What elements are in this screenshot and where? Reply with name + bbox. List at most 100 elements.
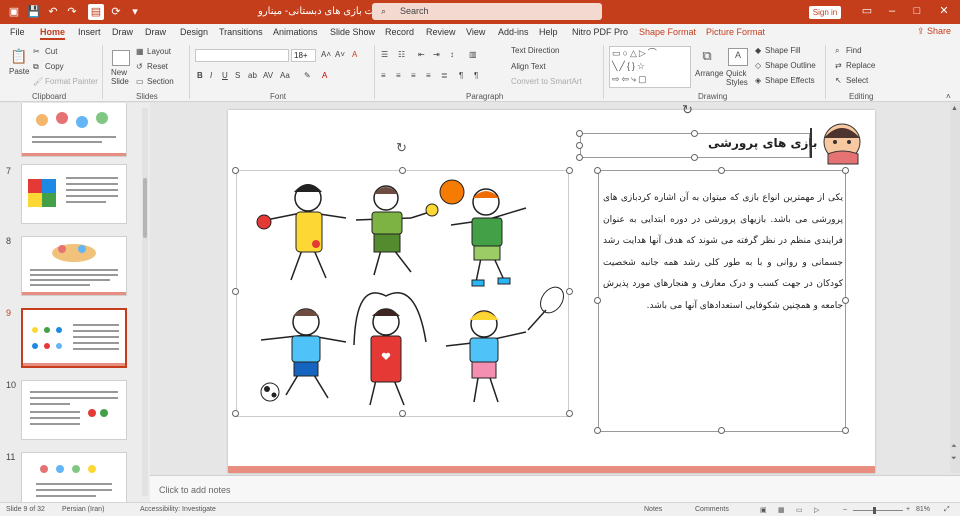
char-spacing-icon[interactable]: AV <box>263 71 273 80</box>
resize-handle[interactable] <box>691 154 698 161</box>
resize-handle[interactable] <box>576 142 583 149</box>
comments-button[interactable]: Comments <box>695 506 729 513</box>
slide-thumbnail-selected[interactable] <box>21 308 127 368</box>
font-color-icon[interactable]: A <box>322 71 327 80</box>
slideshow-icon[interactable]: ▷ <box>814 506 819 514</box>
tab-animations[interactable]: Animations <box>273 27 318 37</box>
new-slide-icon[interactable] <box>112 50 130 66</box>
tab-draw-2[interactable]: Draw <box>145 27 166 37</box>
cut-icon[interactable]: ✂ <box>33 47 40 56</box>
tab-view[interactable]: View <box>466 27 485 37</box>
resize-handle[interactable] <box>842 297 849 304</box>
layout-icon[interactable]: ▦ <box>136 47 144 56</box>
arrange-button[interactable]: Arrange <box>695 69 723 78</box>
from-beginning-icon[interactable]: ▤ <box>88 4 104 20</box>
convert-smartart-button[interactable]: Convert to SmartArt <box>511 77 582 86</box>
tab-design[interactable]: Design <box>180 27 208 37</box>
more-icon[interactable]: ▾ <box>127 4 143 20</box>
resize-handle[interactable] <box>566 167 573 174</box>
bullets-icon[interactable]: ☰ <box>381 50 388 59</box>
tab-record[interactable]: Record <box>385 27 414 37</box>
language-status[interactable]: Persian (Iran) <box>62 506 104 513</box>
tab-add-ins[interactable]: Add-ins <box>498 27 529 37</box>
font-family-select[interactable] <box>195 49 289 62</box>
share-button[interactable]: ⇪ Share <box>917 26 951 37</box>
change-case-icon[interactable]: Aa <box>280 71 290 80</box>
font-size-select[interactable]: 18+ <box>291 49 316 62</box>
zoom-out-icon[interactable]: – <box>843 506 847 513</box>
layout-button[interactable]: Layout <box>147 47 171 56</box>
increase-indent-icon[interactable]: ⇥ <box>433 50 440 59</box>
copy-button[interactable]: Copy <box>45 62 64 71</box>
resize-handle[interactable] <box>232 167 239 174</box>
close-button[interactable]: ✕ <box>937 4 951 18</box>
justify-icon[interactable]: ≡ <box>426 71 431 80</box>
resize-handle[interactable] <box>566 288 573 295</box>
distributed-icon[interactable]: ≣ <box>441 71 448 80</box>
vertical-scrollbar[interactable]: ▲ ⏶ ⏷ <box>950 103 960 473</box>
align-left-icon[interactable]: ≡ <box>381 71 386 80</box>
resize-handle[interactable] <box>576 154 583 161</box>
resize-handle[interactable] <box>842 427 849 434</box>
paste-button[interactable]: Paste <box>9 67 29 76</box>
save-icon[interactable]: 💾 <box>26 4 42 20</box>
replace-icon[interactable]: ⇄ <box>835 61 842 70</box>
ribbon-display-icon[interactable]: ▭ <box>860 4 874 18</box>
slide-thumbnail[interactable] <box>21 380 127 440</box>
tab-picture-format[interactable]: Picture Format <box>706 27 765 37</box>
slide-thumbnail[interactable] <box>21 164 127 224</box>
quick-styles-icon[interactable]: A <box>728 48 748 66</box>
tab-slide-show[interactable]: Slide Show <box>330 27 375 37</box>
clear-format-icon[interactable]: A <box>352 50 357 59</box>
resize-handle[interactable] <box>718 167 725 174</box>
bold-icon[interactable]: B <box>197 71 203 80</box>
notes-placeholder[interactable]: Click to add notes <box>159 485 231 495</box>
quick-styles-button[interactable]: Quick Styles <box>726 69 750 87</box>
section-button[interactable]: Section <box>147 77 174 86</box>
redo-icon[interactable]: ↷ <box>64 4 80 20</box>
align-right-icon[interactable]: ≡ <box>411 71 416 80</box>
scrollbar-thumb[interactable] <box>143 178 147 238</box>
decrease-indent-icon[interactable]: ⇤ <box>418 50 425 59</box>
sign-in-button[interactable]: Sign in <box>809 6 841 19</box>
tab-nitro[interactable]: Nitro PDF Pro <box>572 27 628 37</box>
slide-sorter-icon[interactable]: ▦ <box>778 506 785 514</box>
shape-effects-icon[interactable]: ◈ <box>755 76 761 85</box>
search-input[interactable]: ⌕ Search <box>372 3 602 20</box>
align-text-button[interactable]: Align Text <box>511 62 546 71</box>
find-icon[interactable]: ⌕ <box>835 46 839 56</box>
tab-transitions[interactable]: Transitions <box>219 27 263 37</box>
slide-thumbnail[interactable] <box>21 452 127 503</box>
zoom-slider-thumb[interactable] <box>873 507 876 514</box>
numbering-icon[interactable]: ☷ <box>398 50 405 59</box>
ltr-icon[interactable]: ¶ <box>474 71 478 80</box>
shape-outline-icon[interactable]: ◇ <box>755 61 761 70</box>
resize-handle[interactable] <box>232 288 239 295</box>
reset-icon[interactable]: ↺ <box>136 62 143 71</box>
italic-icon[interactable]: I <box>210 71 212 80</box>
children-playing-illustration[interactable] <box>236 170 569 417</box>
thumbnail-scrollbar[interactable] <box>142 108 148 496</box>
notes-button[interactable]: Notes <box>644 506 662 513</box>
select-icon[interactable]: ↖ <box>835 76 842 85</box>
format-painter-button[interactable]: Format Painter <box>45 77 98 86</box>
section-icon[interactable]: ▭ <box>136 77 144 86</box>
highlight-icon[interactable]: ✎ <box>304 71 311 80</box>
resize-handle[interactable] <box>566 410 573 417</box>
underline-icon[interactable]: U <box>222 71 228 80</box>
collapse-ribbon-icon[interactable]: ˄ <box>946 92 951 101</box>
rtl-icon[interactable]: ¶ <box>459 71 463 80</box>
fit-slide-icon[interactable]: ⤢ <box>944 506 950 514</box>
customize-icon[interactable]: ⟳ <box>108 4 124 20</box>
zoom-in-icon[interactable]: + <box>906 506 910 513</box>
cut-button[interactable]: Cut <box>45 47 57 56</box>
resize-handle[interactable] <box>718 427 725 434</box>
text-direction-button[interactable]: Text Direction <box>511 46 559 55</box>
tab-review[interactable]: Review <box>426 27 456 37</box>
slide-thumbnail[interactable] <box>21 103 127 157</box>
tab-insert[interactable]: Insert <box>78 27 101 37</box>
resize-handle[interactable] <box>842 167 849 174</box>
resize-handle[interactable] <box>399 167 406 174</box>
prev-slide-icon[interactable]: ⏶ <box>951 443 957 451</box>
minimize-button[interactable]: – <box>885 4 899 18</box>
